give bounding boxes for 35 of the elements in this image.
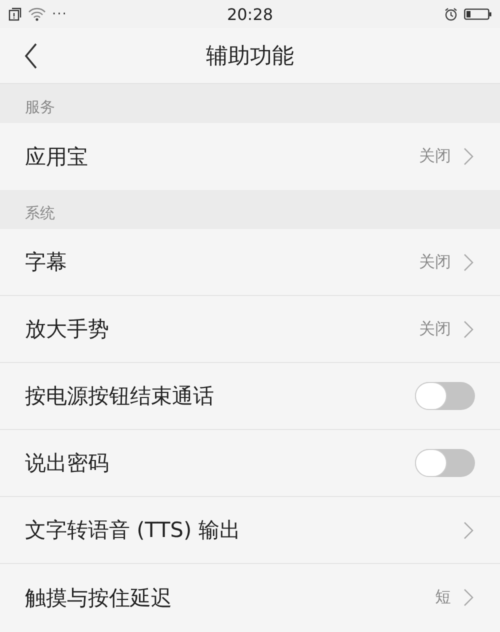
row-value: 关闭 <box>419 318 451 340</box>
back-icon <box>24 42 38 68</box>
status-time: 20:28 <box>226 4 274 24</box>
more-indicator: ··· <box>52 6 68 22</box>
settings-row[interactable]: 说出密码 <box>0 430 500 497</box>
settings-row[interactable]: 触摸与按住延迟 短 <box>0 564 500 631</box>
row-label: 触摸与按住延迟 <box>25 584 172 612</box>
row-value: 短 <box>435 587 451 608</box>
row-label: 字幕 <box>25 249 67 276</box>
section-header: 系统 <box>0 190 500 229</box>
settings-row[interactable]: 放大手势 关闭 <box>0 296 500 363</box>
row-label: 按电源按钮结束通话 <box>25 383 214 410</box>
row-label: 放大手势 <box>25 316 109 343</box>
row-value: 关闭 <box>419 146 451 167</box>
chevron-icon <box>463 252 474 272</box>
row-label: 说出密码 <box>25 450 109 477</box>
settings-row[interactable]: 按电源按钮结束通话 <box>0 363 500 430</box>
row-label: 文字转语音 (TTS) 输出 <box>25 517 240 544</box>
page-title: 辅助功能 <box>206 42 294 70</box>
chevron-icon <box>463 588 474 607</box>
battery-icon <box>464 7 492 21</box>
settings-row[interactable]: 字幕 关闭 <box>0 229 500 296</box>
alarm-icon <box>444 7 458 21</box>
chevron-icon <box>463 320 474 338</box>
row-value: 关闭 <box>419 252 451 272</box>
toggle-switch[interactable] <box>415 382 475 410</box>
toggle-switch[interactable] <box>415 449 475 477</box>
wifi-icon <box>28 7 46 21</box>
chevron-icon <box>463 520 474 540</box>
chevron-icon <box>463 147 474 166</box>
row-label: 应用宝 <box>25 144 88 170</box>
settings-row[interactable]: 文字转语音 (TTS) 输出 <box>0 497 500 564</box>
section-header: 服务 <box>0 84 500 123</box>
sim-icon <box>8 7 22 21</box>
settings-row[interactable]: 应用宝 关闭 <box>0 123 500 190</box>
